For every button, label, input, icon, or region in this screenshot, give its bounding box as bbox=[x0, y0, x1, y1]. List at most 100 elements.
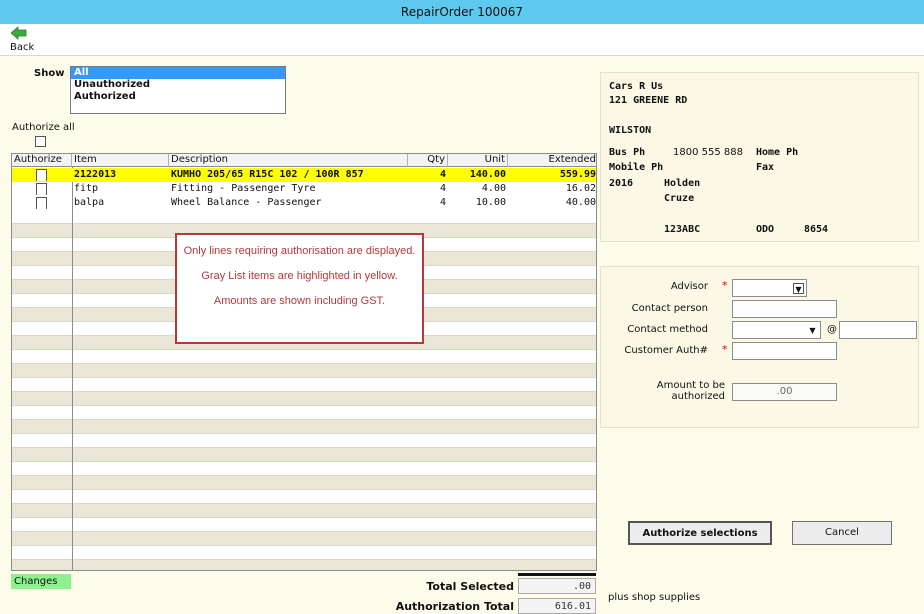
amount-to-authorize-field: .00 bbox=[732, 383, 837, 401]
contact-person-label: Contact person bbox=[631, 303, 708, 314]
authorize-all-label: Authorize all bbox=[12, 122, 75, 133]
chevron-down-icon: ▼ bbox=[809, 326, 816, 335]
col-description-header[interactable]: Description bbox=[169, 154, 408, 167]
empty-grid-row bbox=[12, 378, 596, 392]
row-authorize-checkbox[interactable] bbox=[36, 183, 47, 195]
row-extended: 16.02 bbox=[565, 183, 596, 194]
customer-auth-label: Customer Auth# bbox=[624, 345, 708, 356]
empty-grid-row bbox=[12, 462, 596, 476]
back-button[interactable]: Back bbox=[8, 26, 38, 54]
bus-phone-label: Bus Ph bbox=[609, 147, 646, 158]
back-arrow-icon bbox=[11, 26, 27, 40]
row-item: balpa bbox=[74, 197, 105, 208]
authorization-grid: Authorize Item Description Qty Unit Exte… bbox=[11, 153, 597, 571]
row-description: Fitting - Passenger Tyre bbox=[171, 183, 316, 194]
customer-auth-required-marker: * bbox=[722, 343, 728, 356]
odo-label: ODO bbox=[756, 224, 775, 235]
empty-grid-row bbox=[12, 364, 596, 378]
empty-grid-row bbox=[12, 350, 596, 364]
notice-line-2: Gray List items are highlighted in yello… bbox=[201, 270, 398, 282]
row-authorize-checkbox[interactable] bbox=[36, 169, 47, 181]
advisor-label: Advisor bbox=[670, 281, 708, 292]
authorize-selections-button[interactable]: Authorize selections bbox=[628, 521, 772, 545]
show-option-all[interactable]: All bbox=[71, 67, 285, 79]
back-label: Back bbox=[10, 42, 35, 53]
customer-address: 121 GREENE RD bbox=[609, 95, 688, 106]
notice-line-3: Amounts are shown including GST. bbox=[213, 295, 386, 307]
table-row[interactable]: balpa Wheel Balance - Passenger 4 10.00 … bbox=[12, 196, 596, 210]
show-option-authorized[interactable]: Authorized bbox=[71, 91, 285, 103]
show-filter-list[interactable]: All Unauthorized Authorized bbox=[70, 66, 286, 114]
total-selected-label: Total Selected bbox=[426, 580, 514, 593]
contact-detail-input[interactable] bbox=[839, 321, 917, 339]
show-option-unauthorized[interactable]: Unauthorized bbox=[71, 79, 285, 91]
total-selected-value: .00 bbox=[518, 578, 596, 594]
changes-tab[interactable]: Changes bbox=[11, 574, 71, 589]
advisor-select[interactable]: ▼ bbox=[732, 279, 807, 297]
col-authorize-header[interactable]: Authorize bbox=[12, 154, 72, 167]
row-qty: 4 bbox=[439, 197, 446, 208]
col-qty-header[interactable]: Qty bbox=[408, 154, 448, 167]
empty-grid-row bbox=[12, 546, 596, 560]
empty-grid-row bbox=[12, 476, 596, 490]
shop-supplies-label: plus shop supplies bbox=[608, 592, 701, 603]
authorization-total-label: Authorization Total bbox=[395, 600, 514, 613]
vehicle-rego: 123ABC bbox=[664, 224, 701, 235]
row-authorize-checkbox[interactable] bbox=[36, 197, 47, 209]
show-label: Show bbox=[34, 68, 65, 79]
notice-line-1: Only lines requiring authorisation are d… bbox=[183, 245, 416, 257]
amount-label-line-1: Amount to be bbox=[656, 380, 725, 391]
odo-value: 8654 bbox=[804, 224, 829, 235]
advisor-required-marker: * bbox=[722, 279, 728, 292]
toolbar: Back bbox=[0, 24, 924, 56]
row-description: KUMHO 205/65 R15C 102 / 100R 857 bbox=[171, 169, 364, 180]
grid-column-divider bbox=[72, 154, 73, 570]
empty-grid-row bbox=[12, 434, 596, 448]
col-item-header[interactable]: Item bbox=[72, 154, 169, 167]
row-item: fitp bbox=[74, 183, 99, 194]
row-qty: 4 bbox=[439, 169, 446, 180]
customer-details-panel: Cars R Us 121 GREENE RD WILSTON Bus Ph 1… bbox=[600, 72, 919, 242]
row-extended: 40.00 bbox=[565, 197, 596, 208]
row-qty: 4 bbox=[439, 183, 446, 194]
amount-to-authorize-label: Amount to be authorized bbox=[601, 380, 725, 402]
vehicle-year: 2016 bbox=[609, 178, 634, 189]
row-extended: 559.99 bbox=[559, 169, 596, 180]
bus-phone-value: 1800 555 888 bbox=[673, 147, 743, 158]
vehicle-make: Holden bbox=[664, 178, 701, 189]
row-unit: 4.00 bbox=[481, 183, 506, 194]
empty-grid-row bbox=[12, 392, 596, 406]
contact-person-input[interactable] bbox=[732, 300, 837, 318]
cancel-button[interactable]: Cancel bbox=[792, 521, 892, 545]
empty-grid-row bbox=[12, 490, 596, 504]
table-row[interactable]: 2122013 KUMHO 205/65 R15C 102 / 100R 857… bbox=[12, 168, 596, 182]
col-extended-header[interactable]: Extended bbox=[508, 154, 597, 167]
grid-header: Authorize Item Description Qty Unit Exte… bbox=[12, 154, 597, 167]
authorization-total-value: 616.01 bbox=[518, 598, 596, 614]
contact-method-select[interactable]: ▼ bbox=[732, 321, 821, 339]
chevron-down-icon: ▼ bbox=[793, 283, 804, 294]
empty-grid-row bbox=[12, 532, 596, 546]
home-phone-label: Home Ph bbox=[756, 147, 799, 158]
customer-auth-input[interactable] bbox=[732, 342, 837, 360]
col-unit-header[interactable]: Unit bbox=[448, 154, 508, 167]
row-unit: 10.00 bbox=[475, 197, 506, 208]
fax-label: Fax bbox=[756, 162, 775, 173]
empty-grid-row bbox=[12, 210, 596, 224]
empty-grid-row bbox=[12, 448, 596, 462]
at-symbol: @ bbox=[827, 324, 837, 335]
vehicle-model: Cruze bbox=[664, 193, 695, 204]
info-notice: Only lines requiring authorisation are d… bbox=[175, 233, 424, 344]
row-item: 2122013 bbox=[74, 169, 117, 180]
window-title: RepairOrder 100067 bbox=[0, 0, 924, 24]
row-description: Wheel Balance - Passenger bbox=[171, 197, 322, 208]
empty-grid-row bbox=[12, 504, 596, 518]
empty-grid-row bbox=[12, 406, 596, 420]
mobile-phone-label: Mobile Ph bbox=[609, 162, 664, 173]
contact-method-label: Contact method bbox=[627, 324, 708, 335]
empty-grid-row bbox=[12, 560, 596, 570]
empty-grid-row bbox=[12, 518, 596, 532]
table-row[interactable]: fitp Fitting - Passenger Tyre 4 4.00 16.… bbox=[12, 182, 596, 196]
customer-suburb: WILSTON bbox=[609, 125, 652, 136]
authorize-all-checkbox[interactable] bbox=[35, 136, 46, 147]
